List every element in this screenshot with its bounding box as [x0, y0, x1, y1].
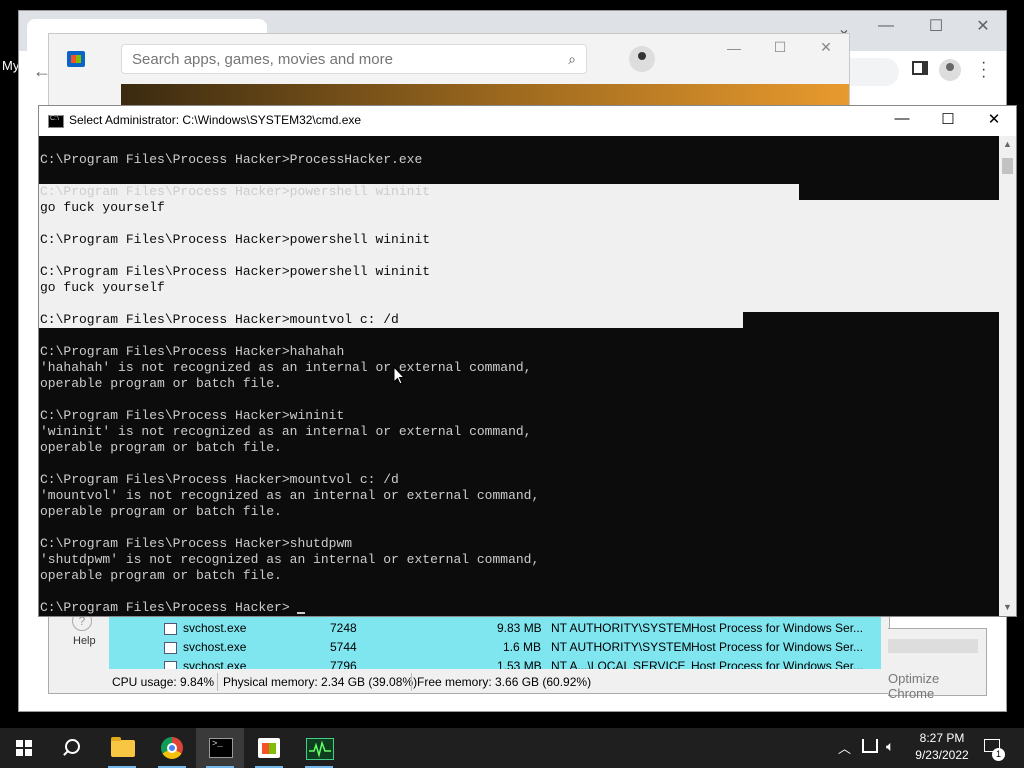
search-icon — [65, 739, 80, 754]
process-memory: 9.83 MB — [497, 621, 542, 635]
desktop-icon-label[interactable]: My — [2, 58, 19, 73]
process-description: Host Process for Windows Ser... — [691, 640, 864, 654]
process-pid: 5744 — [330, 640, 357, 654]
store-maximize-button[interactable]: ☐ — [757, 39, 803, 56]
process-row[interactable]: svchost.exe 7796 1.53 MB NT A...\LOCAL S… — [109, 657, 869, 669]
console-line: 'shutdpwm' is not recognized as an inter… — [40, 552, 540, 567]
horizontal-scrollbar[interactable] — [888, 639, 978, 653]
process-user: NT AUTHORITY\SYSTEM — [551, 640, 692, 654]
chrome-profile-icon[interactable] — [939, 59, 961, 81]
maximize-button[interactable]: ☐ — [925, 110, 971, 128]
chrome-icon — [161, 737, 183, 759]
store-search-box[interactable]: ⌕ — [121, 44, 587, 74]
start-button[interactable] — [0, 728, 48, 768]
help-label[interactable]: Help — [73, 635, 96, 647]
store-search-input[interactable] — [130, 50, 554, 69]
console-line: operable program or batch file. — [40, 376, 282, 391]
console-line: C:\Program Files\Process Hacker>wininit — [40, 408, 345, 423]
process-row[interactable]: svchost.exe 7248 9.83 MB NT AUTHORITY\SY… — [109, 619, 869, 638]
console-line: operable program or batch file. — [40, 504, 282, 519]
text-cursor — [297, 612, 305, 614]
process-icon — [164, 623, 177, 635]
clock-time[interactable]: 8:27 PM — [912, 731, 972, 745]
process-name: svchost.exe — [183, 640, 247, 654]
console-line: operable program or batch file. — [40, 568, 282, 583]
process-user: NT AUTHORITY\SYSTEM — [551, 621, 692, 635]
process-icon — [164, 661, 177, 669]
console-line: C:\Program Files\Process Hacker>shutdpwm — [40, 536, 353, 551]
notification-badge: 1 — [992, 748, 1005, 761]
console-line: 'hahahah' is not recognized as an intern… — [40, 360, 532, 375]
chevron-up-icon[interactable]: ︿ — [838, 738, 851, 757]
microsoft-store-icon — [258, 738, 280, 758]
console-line: C:\Program Files\Process Hacker>hahahah — [40, 344, 345, 359]
file-explorer-icon — [111, 737, 135, 757]
scroll-up-icon[interactable]: ▲ — [999, 136, 1016, 153]
cmd-title-bar[interactable]: Select Administrator: C:\Windows\SYSTEM3… — [39, 106, 1016, 136]
scroll-thumb[interactable] — [1002, 158, 1013, 174]
process-name: svchost.exe — [183, 659, 247, 669]
console-line: C:\Program Files\Process Hacker>ProcessH… — [40, 152, 423, 167]
console-output[interactable]: C:\Program Files\Process Hacker>ProcessH… — [39, 136, 999, 616]
close-button[interactable]: ✕ — [971, 110, 1017, 128]
side-panel-icon[interactable] — [912, 61, 928, 75]
console-line: C:\Program Files\Process Hacker>mountvol… — [40, 472, 399, 487]
optimize-chrome-text[interactable]: Optimize Chrome — [888, 671, 986, 701]
console-line: go fuck yourself — [40, 200, 165, 215]
store-minimize-button[interactable]: — — [711, 40, 757, 56]
process-list: svchost.exe 7248 9.83 MB NT AUTHORITY\SY… — [109, 615, 889, 669]
account-icon[interactable] — [629, 46, 655, 72]
process-user: NT A...\LOCAL SERVICE — [551, 659, 686, 669]
network-icon[interactable] — [862, 739, 878, 753]
search-icon[interactable]: ⌕ — [568, 51, 576, 68]
scroll-down-icon[interactable]: ▼ — [999, 599, 1016, 616]
chrome-right-panel: Optimize Chrome — [888, 628, 987, 701]
console-line: operable program or batch file. — [40, 440, 282, 455]
clock-date[interactable]: 9/23/2022 — [908, 748, 976, 762]
process-memory: 1.53 MB — [497, 659, 542, 669]
console-line: C:\Program Files\Process Hacker>powershe… — [40, 232, 431, 247]
process-name: svchost.exe — [183, 621, 247, 635]
volume-icon[interactable]: 🔈︎ — [886, 738, 894, 755]
process-pid: 7796 — [330, 659, 357, 669]
physical-memory: Physical memory: 2.34 GB (39.08%) — [223, 675, 418, 689]
cpu-usage: CPU usage: 9.84% — [112, 675, 215, 689]
window-title: Select Administrator: C:\Windows\SYSTEM3… — [69, 113, 362, 127]
console-line: go fuck yourself — [40, 280, 165, 295]
process-pid: 7248 — [330, 621, 357, 635]
command-prompt-icon — [209, 738, 233, 758]
process-hacker-icon — [306, 738, 334, 760]
console-line: 'mountvol' is not recognized as an inter… — [40, 488, 540, 503]
start-icon — [16, 740, 32, 756]
status-bar: CPU usage: 9.84% Physical memory: 2.34 G… — [109, 671, 889, 693]
mouse-pointer-icon — [393, 366, 405, 385]
selection-highlight — [39, 200, 999, 312]
minimize-button[interactable]: — — [879, 110, 925, 127]
cmd-icon[interactable] — [48, 115, 64, 128]
vertical-scrollbar[interactable]: ▲ ▼ — [999, 136, 1016, 616]
console-line: C:\Program Files\Process Hacker>powershe… — [40, 184, 431, 199]
chrome-maximize-button[interactable]: ☐ — [921, 16, 951, 36]
console-prompt[interactable]: C:\Program Files\Process Hacker> — [40, 600, 290, 616]
free-memory: Free memory: 3.66 GB (60.92%) — [417, 675, 592, 689]
store-close-button[interactable]: ✕ — [803, 39, 849, 56]
chrome-menu-icon[interactable]: · · · — [981, 55, 987, 85]
console-line: C:\Program Files\Process Hacker>powershe… — [40, 264, 431, 279]
console-line: C:\Program Files\Process Hacker>mountvol… — [40, 312, 399, 327]
process-row[interactable]: svchost.exe 5744 1.6 MB NT AUTHORITY\SYS… — [109, 638, 869, 657]
process-icon — [164, 642, 177, 654]
chrome-minimize-button[interactable]: — — [871, 17, 901, 35]
process-description: Host Process for Windows Ser... — [691, 659, 864, 669]
chrome-close-button[interactable]: ✕ — [968, 16, 998, 36]
console-line: 'wininit' is not recognized as an intern… — [40, 424, 532, 439]
command-prompt-window[interactable]: Select Administrator: C:\Windows\SYSTEM3… — [38, 105, 1017, 617]
microsoft-store-icon — [67, 51, 85, 67]
process-description: Host Process for Windows Ser... — [691, 621, 864, 635]
process-memory: 1.6 MB — [503, 640, 542, 654]
